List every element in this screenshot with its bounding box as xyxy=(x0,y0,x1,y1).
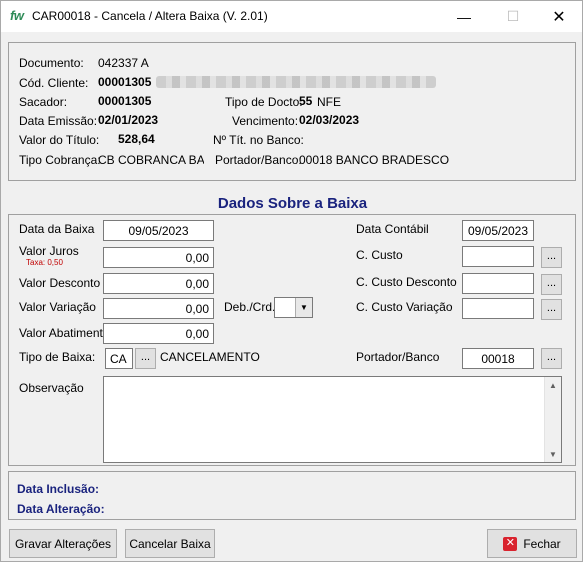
data-contabil-label: Data Contábil xyxy=(356,222,429,236)
tipo-docto-num: 55 xyxy=(299,94,313,108)
fechar-button[interactable]: ✕ Fechar xyxy=(487,529,577,558)
data-inclusao-label: Data Inclusão: xyxy=(17,482,100,496)
tipo-cobranca-value: CB COBRANCA BANI xyxy=(98,153,204,167)
c-custo-input[interactable] xyxy=(462,246,534,267)
valor-abatimento-input[interactable]: 0,00 xyxy=(103,323,214,344)
documento-value: 042337 A xyxy=(98,56,149,70)
section-title-baixa: Dados Sobre a Baixa xyxy=(217,195,368,212)
tipo-baixa-code-input[interactable]: CA xyxy=(105,348,133,369)
c-custo-label: C. Custo xyxy=(356,248,403,262)
valor-juros-label: Valor Juros xyxy=(19,244,79,258)
valor-desconto-input[interactable]: 0,00 xyxy=(103,273,214,294)
close-icon: ✕ xyxy=(552,8,566,26)
c-custo-variacao-label: C. Custo Variação xyxy=(356,300,453,314)
portador-banco-label: Portador/Banco: xyxy=(215,153,302,167)
tipo-baixa-label: Tipo de Baixa: xyxy=(19,350,96,364)
portador-banco-lookup-button[interactable]: ... xyxy=(541,348,562,369)
portador-banco-value: 00018 BANCO BRADESCO xyxy=(299,153,450,167)
window-title: CAR00018 - Cancela / Altera Baixa (V. 2.… xyxy=(32,9,268,23)
vencimento-value: 02/03/2023 xyxy=(299,113,360,127)
documento-label: Documento: xyxy=(19,56,84,70)
vencimento-label: Vencimento: xyxy=(232,114,299,128)
scroll-up-icon[interactable]: ▲ xyxy=(545,377,561,393)
fechar-label: Fechar xyxy=(523,536,561,551)
valor-titulo-label: Valor do Título: xyxy=(19,133,100,147)
data-baixa-input[interactable]: 09/05/2023 xyxy=(103,220,214,241)
tipo-cobranca-label: Tipo Cobrança: xyxy=(19,153,101,167)
data-emissao-label: Data Emissão: xyxy=(19,114,98,128)
tipo-docto-text: NFE xyxy=(317,95,341,109)
maximize-button[interactable]: ☐ xyxy=(490,1,536,32)
valor-titulo-value: 528,64 xyxy=(118,132,155,146)
cod-cliente-value: 00001305 xyxy=(98,75,152,89)
maximize-icon: ☐ xyxy=(506,8,520,24)
observacao-label: Observação xyxy=(19,381,84,395)
gravar-alteracoes-label: Gravar Alterações xyxy=(14,536,112,551)
num-tit-banco-label: Nº Tít. no Banco: xyxy=(213,133,304,147)
valor-variacao-label: Valor Variação xyxy=(19,300,96,314)
minimize-icon: — xyxy=(457,8,471,25)
close-icon: ✕ xyxy=(503,536,518,551)
cod-cliente-label: Cód. Cliente: xyxy=(19,76,89,90)
client-name-redacted xyxy=(156,76,436,88)
observacao-textarea[interactable]: ▲ ▼ xyxy=(103,376,562,463)
tipo-baixa-text: CANCELAMENTO xyxy=(160,350,260,364)
sacador-value: 00001305 xyxy=(98,94,152,108)
portador-banco-input[interactable]: 00018 xyxy=(462,348,534,369)
taxa-label: Taxa: 0,50 xyxy=(26,258,63,267)
valor-variacao-input[interactable]: 0,00 xyxy=(103,298,214,319)
gravar-alteracoes-button[interactable]: Gravar Alterações xyxy=(9,529,117,558)
data-contabil-input[interactable]: 09/05/2023 xyxy=(462,220,534,241)
c-custo-variacao-lookup-button[interactable]: ... xyxy=(541,299,562,320)
title-bar: fw CAR00018 - Cancela / Altera Baixa (V.… xyxy=(1,1,582,32)
c-custo-variacao-input[interactable] xyxy=(462,298,534,319)
cancelar-baixa-label: Cancelar Baixa xyxy=(129,536,211,551)
portador-banco-baixa-label: Portador/Banco xyxy=(356,350,440,364)
minimize-button[interactable]: — xyxy=(441,1,487,32)
deb-crd-label: Deb./Crd. xyxy=(224,300,276,314)
data-emissao-value: 02/01/2023 xyxy=(98,113,159,127)
data-baixa-label: Data da Baixa xyxy=(19,222,95,236)
close-button[interactable]: ✕ xyxy=(536,1,582,32)
valor-abatimento-label: Valor Abatimento: xyxy=(19,326,113,340)
sacador-label: Sacador: xyxy=(19,95,68,109)
scroll-down-icon[interactable]: ▼ xyxy=(545,446,561,462)
c-custo-desconto-lookup-button[interactable]: ... xyxy=(541,274,562,295)
valor-juros-input[interactable]: 0,00 xyxy=(103,247,214,268)
chevron-down-icon[interactable]: ▼ xyxy=(295,298,312,317)
c-custo-desconto-label: C. Custo Desconto xyxy=(356,275,457,289)
tipo-baixa-lookup-button[interactable]: ... xyxy=(135,348,156,369)
c-custo-desconto-input[interactable] xyxy=(462,273,534,294)
valor-desconto-label: Valor Desconto xyxy=(19,276,101,290)
c-custo-lookup-button[interactable]: ... xyxy=(541,247,562,268)
deb-crd-select[interactable]: ▼ xyxy=(274,297,313,318)
tipo-docto-label: Tipo de Docto: xyxy=(225,95,303,109)
data-alteracao-label: Data Alteração: xyxy=(17,502,105,516)
cancelar-baixa-button[interactable]: Cancelar Baixa xyxy=(125,529,215,558)
observacao-scrollbar[interactable]: ▲ ▼ xyxy=(544,377,561,462)
app-icon: fw xyxy=(10,8,24,23)
window: fw CAR00018 - Cancela / Altera Baixa (V.… xyxy=(0,0,583,562)
